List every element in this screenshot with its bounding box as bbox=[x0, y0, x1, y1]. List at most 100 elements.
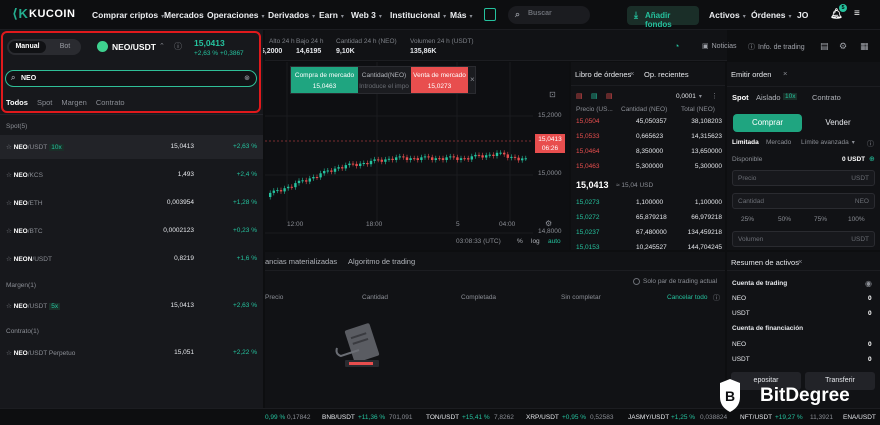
star-icon[interactable]: ☆ bbox=[6, 303, 14, 310]
settings-icon[interactable]: ⚙ bbox=[839, 41, 847, 52]
star-icon[interactable]: ☆ bbox=[6, 256, 14, 263]
percent-100[interactable]: 100% bbox=[848, 216, 865, 223]
col-uncompleted: Sin completar bbox=[561, 294, 601, 301]
quantity-input[interactable]: Cantidad NEO bbox=[732, 193, 875, 209]
candle bbox=[373, 159, 376, 161]
nav-web3[interactable]: Web 3 ▾ bbox=[351, 10, 382, 20]
available-balance: 0 USDT bbox=[842, 156, 866, 163]
ticker-pair[interactable]: XRP/USDT bbox=[526, 414, 559, 421]
eye-icon[interactable]: ◉ bbox=[865, 279, 872, 288]
star-icon[interactable]: ☆ bbox=[6, 200, 14, 207]
star-icon[interactable]: ☆ bbox=[6, 228, 14, 235]
tab-isolated[interactable]: Aislado bbox=[756, 93, 781, 102]
nav-derivatives[interactable]: Derivados ▾ bbox=[268, 10, 315, 20]
calculator-icon[interactable]: ▤ bbox=[820, 41, 829, 52]
candle bbox=[524, 158, 527, 160]
candle bbox=[456, 157, 459, 160]
auto-toggle[interactable]: auto bbox=[548, 238, 561, 245]
type-limit[interactable]: Limitada bbox=[732, 139, 759, 146]
close-icon[interactable]: × bbox=[470, 75, 475, 84]
volume-input[interactable]: Volumen USDT bbox=[732, 231, 875, 247]
tab-realized-pnl[interactable]: ancias materializadas bbox=[265, 257, 337, 266]
nav-earn[interactable]: Earn ▾ bbox=[319, 10, 344, 20]
market-row[interactable]: ☆ NEO/USDT Perpetuo 15,051 +2,22 % bbox=[0, 341, 263, 365]
cancel-all-button[interactable]: Cancelar todo bbox=[667, 294, 707, 301]
nav-buy-crypto[interactable]: Comprar criptos ▾ bbox=[92, 10, 164, 20]
precision-select[interactable]: 0,0001 ▾ bbox=[676, 93, 702, 100]
market-row[interactable]: ☆ NEON/USDT 0,8219 +1,6 % bbox=[0, 247, 263, 271]
more-icon[interactable]: ⋮ bbox=[711, 92, 718, 100]
book-view-icon[interactable]: ▤ bbox=[576, 92, 583, 100]
nav-orders[interactable]: Órdenes ▾ bbox=[751, 10, 792, 20]
trading-info-link[interactable]: ⓘ Info. de trading bbox=[748, 42, 805, 52]
candle bbox=[377, 159, 380, 161]
help-icon[interactable]: ⓘ bbox=[867, 139, 874, 149]
leverage-badge: 10x bbox=[49, 144, 64, 151]
nav-institutional[interactable]: Institucional ▾ bbox=[390, 10, 446, 20]
ticker-pair[interactable]: TON/USDT bbox=[426, 414, 459, 421]
market-row[interactable]: ☆ NEO/USDT 5x 15,0413 +2,63 % bbox=[0, 294, 263, 318]
avatar[interactable]: JO bbox=[797, 10, 808, 20]
financing-account-label: Cuenta de financiación bbox=[732, 325, 804, 332]
book-price: 15,0533 bbox=[576, 133, 600, 140]
tab-contract[interactable]: Contrato bbox=[812, 93, 841, 102]
quantity-input[interactable]: Cantidad(NEO) Introduce el impo bbox=[358, 67, 410, 93]
tab-order-book[interactable]: Libro de órdenes bbox=[575, 70, 631, 79]
buy-tab-button[interactable]: Comprar bbox=[733, 114, 802, 132]
nav-more[interactable]: Más ▾ bbox=[450, 10, 473, 20]
candle bbox=[333, 168, 337, 172]
close-icon[interactable]: × bbox=[783, 69, 787, 78]
candle bbox=[301, 180, 304, 182]
add-icon[interactable]: ⊕ bbox=[869, 155, 875, 163]
percent-toggle[interactable]: % bbox=[517, 238, 523, 245]
leverage-badge[interactable]: 10x bbox=[783, 93, 798, 100]
y-tick: 15,2000 bbox=[538, 112, 562, 119]
percent-75[interactable]: 75% bbox=[814, 216, 827, 223]
tab-spot[interactable]: Spot bbox=[732, 93, 749, 102]
nav-markets[interactable]: Mercados bbox=[164, 10, 204, 20]
star-icon[interactable]: ☆ bbox=[6, 144, 14, 151]
kucoin-logo[interactable]: ⟨K KUCOIN bbox=[12, 7, 75, 21]
layout-icon[interactable]: ▦ bbox=[860, 41, 869, 52]
market-row[interactable]: ☆ NEO/KCS 1,493 +2,4 % bbox=[0, 163, 263, 187]
news-link[interactable]: ▣ Noticias bbox=[702, 42, 737, 50]
type-advanced-limit[interactable]: Límite avanzada ▾ bbox=[801, 139, 855, 146]
chart-settings-icon[interactable]: ⚙ bbox=[545, 219, 552, 228]
screenshot-icon[interactable]: ⊡ bbox=[549, 90, 556, 99]
tab-algo-trading[interactable]: Algoritmo de trading bbox=[348, 257, 415, 266]
add-funds-button[interactable]: ⤓ Añadir fondos bbox=[627, 6, 699, 29]
bids-view-icon[interactable]: ▤ bbox=[591, 92, 598, 100]
percent-25[interactable]: 25% bbox=[741, 216, 754, 223]
sell-tab-button[interactable]: Vender bbox=[803, 114, 873, 132]
info-icon[interactable]: ⓘ bbox=[713, 293, 720, 303]
kucoin-mark-icon: ⟨K bbox=[12, 6, 29, 21]
log-toggle[interactable]: log bbox=[531, 238, 540, 245]
ticker-pair[interactable]: JASMY/USDT bbox=[628, 414, 669, 421]
x-tick: 5 bbox=[456, 221, 460, 228]
market-pair: ☆ NEO/USDT 5x bbox=[6, 303, 61, 310]
tab-recent-trades[interactable]: Op. recientes bbox=[644, 70, 689, 79]
market-row[interactable]: ☆ NEO/USDT 10x 15,0413 +2,63 % bbox=[0, 135, 263, 159]
market-row[interactable]: ☆ NEO/ETH 0,003954 +1,28 % bbox=[0, 191, 263, 215]
gift-icon[interactable] bbox=[484, 8, 496, 21]
ticker-pair[interactable]: BNB/USDT bbox=[322, 414, 355, 421]
only-pair-checkbox[interactable] bbox=[633, 278, 640, 285]
nav-assets[interactable]: Activos ▾ bbox=[709, 10, 746, 20]
search-bar[interactable]: ⌕ Buscar bbox=[508, 6, 590, 24]
nav-trade[interactable]: Operaciones ▾ bbox=[207, 10, 265, 20]
star-icon[interactable]: ☆ bbox=[6, 350, 14, 357]
y-tick: 14,8000 bbox=[538, 228, 562, 235]
market-row[interactable]: ☆ NEO/BTC 0,0002123 +0,23 % bbox=[0, 219, 263, 243]
close-icon[interactable]: × bbox=[798, 257, 802, 266]
market-buy-button[interactable]: Compra de mercado 15,0463 bbox=[291, 67, 358, 93]
star-icon[interactable]: ☆ bbox=[6, 172, 14, 179]
close-icon[interactable]: × bbox=[630, 69, 634, 78]
book-total: 38,108203 bbox=[691, 118, 722, 125]
asks-view-icon[interactable]: ▤ bbox=[606, 92, 613, 100]
empty-state-icon bbox=[335, 323, 380, 367]
price-input[interactable]: Precio USDT bbox=[732, 170, 875, 186]
percent-50[interactable]: 50% bbox=[778, 216, 791, 223]
market-sell-button[interactable]: Venta de mercado 15,0273 bbox=[411, 67, 468, 93]
menu-icon[interactable]: ≡ bbox=[854, 8, 860, 19]
type-market[interactable]: Mercado bbox=[766, 139, 791, 146]
